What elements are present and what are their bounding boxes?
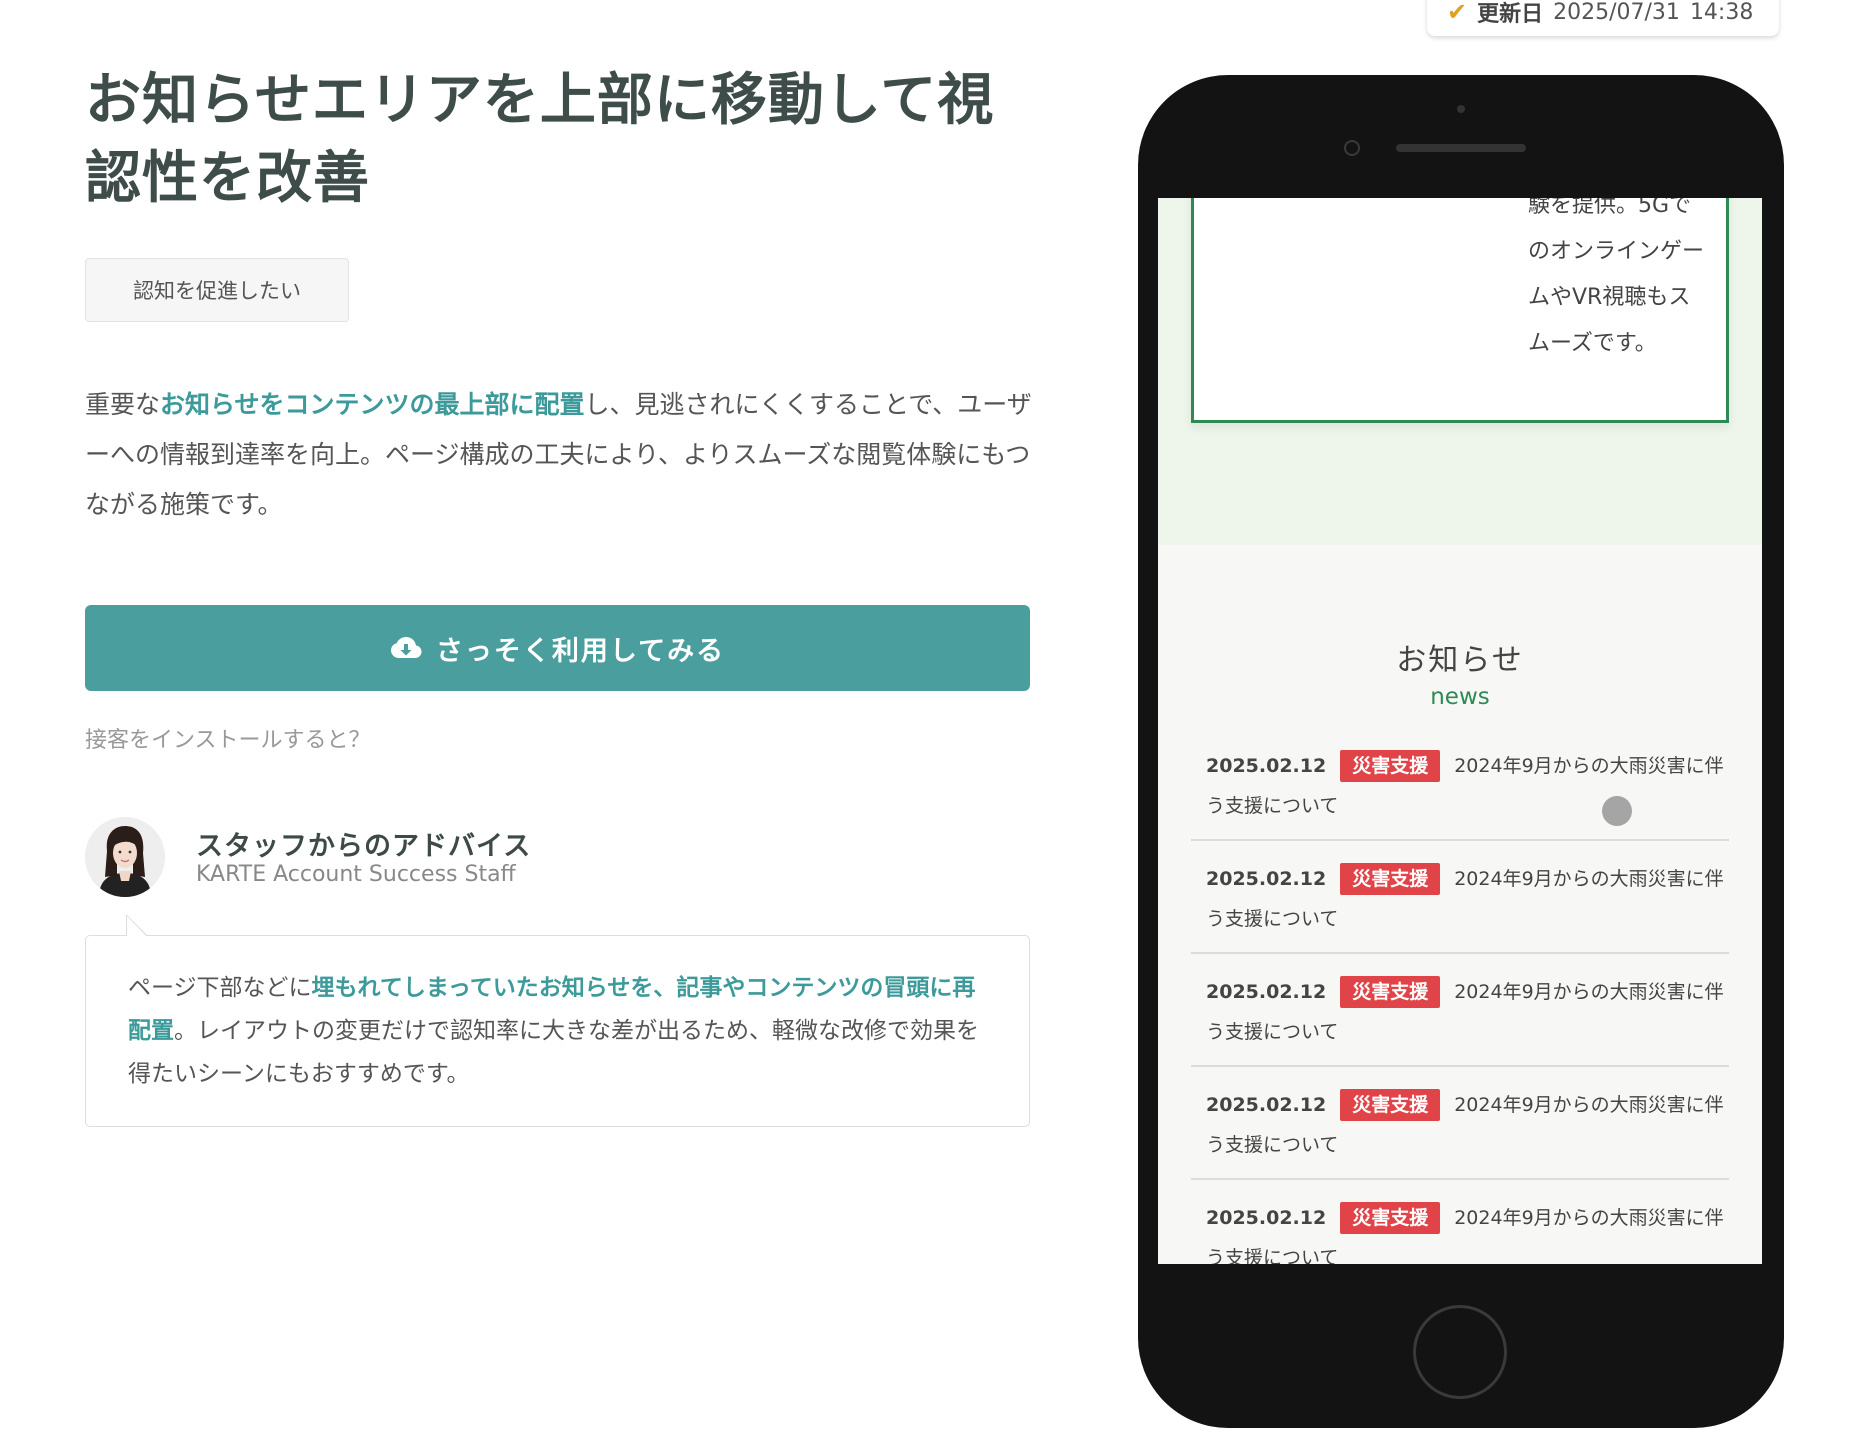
news-item[interactable]: 2025.02.12 災害支援 2024年9月からの大雨災害に伴う支援について <box>1191 1180 1729 1264</box>
phone-screen[interactable]: 験を提供。5GでのオンラインゲームやVR視聴もスムーズです。 お知らせ news… <box>1158 198 1762 1264</box>
news-category-badge: 災害支援 <box>1340 976 1441 1008</box>
advice-bubble: ページ下部などに埋もれてしまっていたお知らせを、記事やコンテンツの冒頭に再配置。… <box>85 914 1030 1127</box>
news-date: 2025.02.12 <box>1206 755 1327 777</box>
feature-section: 験を提供。5GでのオンラインゲームやVR視聴もスムーズです。 <box>1158 198 1762 545</box>
news-category-badge: 災害支援 <box>1340 863 1441 895</box>
staff-role: KARTE Account Success Staff <box>196 862 516 887</box>
news-category-badge: 災害支援 <box>1340 750 1441 782</box>
updated-label: 更新日 <box>1477 2 1544 27</box>
description: 重要なお知らせをコンテンツの最上部に配置し、見逃されにくくすることで、ユーザーへ… <box>85 380 1035 530</box>
sensor-dot <box>1457 105 1465 113</box>
staff-portrait <box>85 817 165 897</box>
staff-advice-heading: スタッフからのアドバイス <box>196 831 532 862</box>
feature-card-text: 験を提供。5GでのオンラインゲームやVR視聴もスムーズです。 <box>1528 198 1705 356</box>
advice-text: ページ下部などに埋もれてしまっていたお知らせを、記事やコンテンツの冒頭に再配置。… <box>128 967 987 1096</box>
news-date: 2025.02.12 <box>1206 981 1327 1003</box>
news-category-badge: 災害支援 <box>1340 1089 1441 1121</box>
camera-icon <box>1344 140 1360 156</box>
news-heading: お知らせ <box>1396 643 1524 678</box>
install-link[interactable]: 接客をインストールすると？ <box>85 722 371 754</box>
avatar <box>85 817 165 897</box>
advice-text-start: ページ下部などに <box>128 975 312 1001</box>
news-item[interactable]: 2025.02.12 災害支援 2024年9月からの大雨災害に伴う支援について <box>1191 1067 1729 1180</box>
news-date: 2025.02.12 <box>1206 1207 1327 1229</box>
description-highlight: お知らせをコンテンツの最上部に配置 <box>160 390 585 419</box>
check-icon: ✔ <box>1447 0 1468 26</box>
home-button[interactable] <box>1413 1305 1507 1399</box>
page-title: お知らせエリアを上部に移動して視認性を改善 <box>85 68 995 211</box>
try-it-label: さっそく利用してみる <box>435 635 726 667</box>
updated-badge: ✔ 更新日 2025/07/31 14:38 <box>1427 0 1779 36</box>
news-list: 2025.02.12 災害支援 2024年9月からの大雨災害に伴う支援について 20… <box>1191 728 1729 1264</box>
scroll-indicator[interactable] <box>1602 796 1632 826</box>
speaker-grille <box>1396 144 1526 152</box>
advice-text-rest: 。レイアウトの変更だけで認知率に大きな差が出るため、軽微な改修で効果を得たいシー… <box>128 1018 979 1087</box>
news-date: 2025.02.12 <box>1206 868 1327 890</box>
news-item[interactable]: 2025.02.12 災害支援 2024年9月からの大雨災害に伴う支援について <box>1191 728 1729 841</box>
news-date: 2025.02.12 <box>1206 1094 1327 1116</box>
try-it-button[interactable]: さっそく利用してみる <box>85 605 1030 691</box>
cloud-download-icon <box>390 637 422 658</box>
updated-date: 2025/07/31 <box>1553 0 1680 25</box>
feature-card: 験を提供。5GでのオンラインゲームやVR視聴もスムーズです。 <box>1191 198 1729 423</box>
news-category-badge: 災害支援 <box>1340 1202 1441 1234</box>
updated-time: 14:38 <box>1689 0 1754 25</box>
news-item[interactable]: 2025.02.12 災害支援 2024年9月からの大雨災害に伴う支援について <box>1191 841 1729 954</box>
category-tag[interactable]: 認知を促進したい <box>85 258 349 322</box>
news-subheading: news <box>1430 684 1490 710</box>
news-item[interactable]: 2025.02.12 災害支援 2024年9月からの大雨災害に伴う支援について <box>1191 954 1729 1067</box>
description-text: 重要な <box>85 390 161 419</box>
